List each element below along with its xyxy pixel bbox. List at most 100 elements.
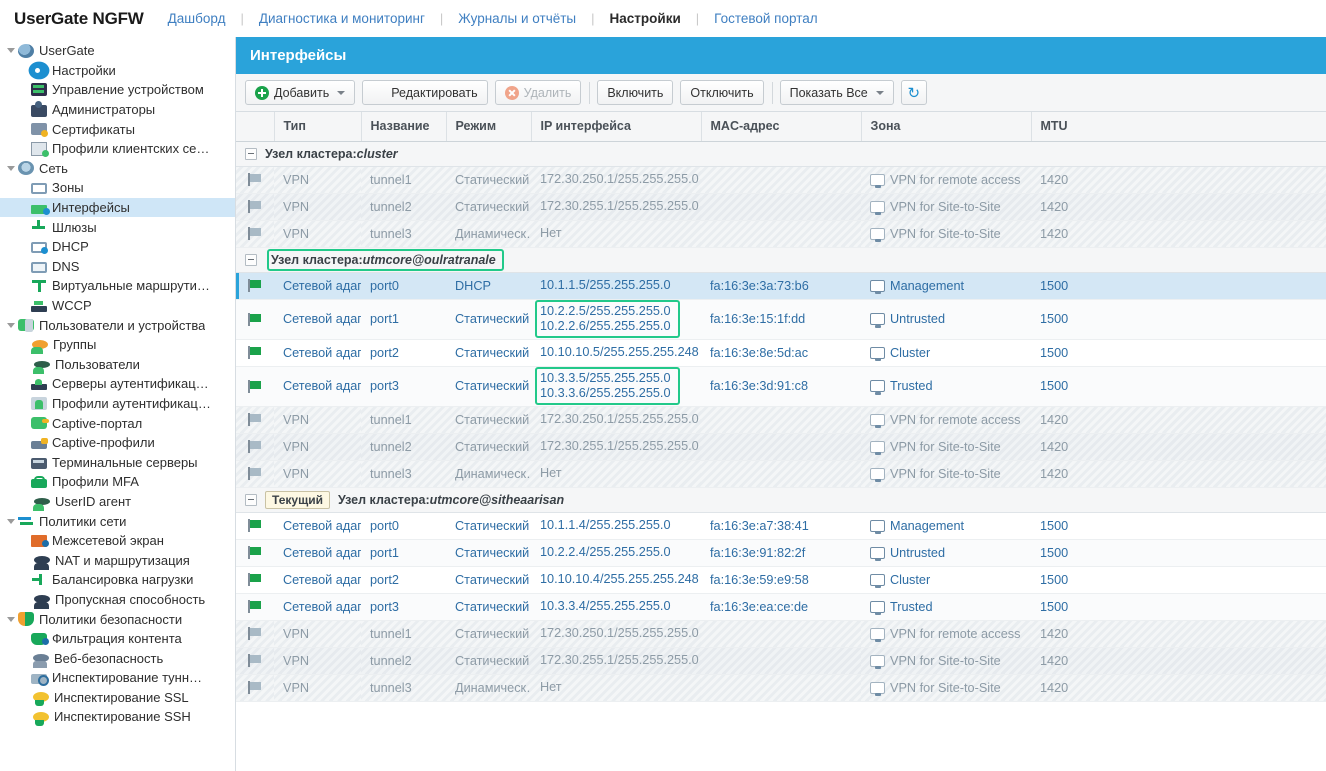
nav-link-2[interactable]: Журналы и отчёты (456, 11, 578, 26)
row-status-cell[interactable] (236, 539, 274, 567)
sidebar-item-34[interactable]: Инспектирование SSH (0, 707, 235, 727)
sidebar-item-3[interactable]: Администраторы (0, 100, 235, 120)
add-button[interactable]: Добавить (245, 80, 356, 105)
sidebar-item-15[interactable]: Группы (0, 335, 235, 355)
group-header-row[interactable]: Текущий Узел кластера:utmcore@sitheaarisa… (236, 486, 1326, 513)
sidebar-item-7[interactable]: Зоны (0, 178, 235, 198)
sidebar-item-6[interactable]: Сеть (0, 159, 235, 179)
sidebar-item-29[interactable]: Политики безопасности (0, 609, 235, 629)
row-status-cell[interactable] (236, 166, 274, 194)
sidebar-item-8[interactable]: Интерфейсы (0, 197, 235, 218)
nav-link-0[interactable]: Дашборд (166, 11, 228, 26)
sidebar-item-1[interactable]: Настройки (0, 61, 235, 81)
sidebar-item-32[interactable]: Инспектирование тунн… (0, 668, 235, 688)
delete-button[interactable]: Удалить (494, 80, 582, 105)
tree-expand-toggle[interactable] (4, 322, 18, 328)
chevron-down-icon[interactable] (337, 90, 346, 95)
table-row[interactable]: VPN tunnel3 Динамическ… Нет VPN for Site-to-… (236, 460, 1326, 488)
sidebar-item-20[interactable]: Captive-профили (0, 433, 235, 453)
group-header-row[interactable]: Узел кластера:cluster (236, 140, 1326, 167)
enable-button[interactable]: Включить (597, 80, 674, 105)
sidebar-item-26[interactable]: NAT и маршрутизация (0, 550, 235, 571)
column-header-5[interactable]: Зона (861, 112, 1032, 142)
table-row[interactable]: Сетевой адаптерport0DHCP 10.1.1.5/255.255… (236, 272, 1326, 300)
row-status-cell[interactable] (236, 299, 274, 340)
group-collapse-icon[interactable] (245, 147, 257, 160)
table-row[interactable]: Сетевой адаптерport2Статический 10.10.10.… (236, 566, 1326, 594)
sidebar-item-4[interactable]: Сертификаты (0, 119, 235, 139)
nav-link-4[interactable]: Гостевой портал (712, 11, 819, 26)
sidebar-item-9[interactable]: Шлюзы (0, 217, 235, 237)
column-header-3[interactable]: IP интерфейса (531, 112, 702, 142)
row-status-cell[interactable] (236, 647, 274, 675)
table-row[interactable]: VPN tunnel3 Динамическ… Нет VPN for Site-to-… (236, 674, 1326, 702)
table-row[interactable]: VPN tunnel1 Статический 172.30.250.1/255.25… (236, 166, 1326, 194)
sidebar-item-23[interactable]: UserID агент (0, 492, 235, 512)
sidebar-item-21[interactable]: Терминальные серверы (0, 452, 235, 472)
table-row[interactable]: Сетевой адаптерport1Статический10.2.2.5/… (236, 299, 1326, 340)
sidebar-item-16[interactable]: Пользователи (0, 355, 235, 375)
row-status-cell[interactable] (236, 366, 274, 407)
row-status-cell[interactable] (236, 406, 274, 434)
interfaces-table-scroll[interactable]: Тип Название Режим IP интерфейса MAC-адрес Зо… (236, 112, 1326, 771)
sidebar-item-24[interactable]: Политики сети (0, 511, 235, 531)
row-status-cell[interactable] (236, 220, 274, 248)
chevron-down-icon[interactable] (875, 90, 884, 95)
row-status-cell[interactable] (236, 593, 274, 621)
sidebar-item-5[interactable]: Профили клиентских се… (0, 139, 235, 159)
sidebar-item-11[interactable]: DNS (0, 257, 235, 277)
table-row[interactable]: VPN tunnel1 Статический 172.30.250.1/255.25… (236, 620, 1326, 648)
sidebar-item-30[interactable]: Фильтрация контента (0, 629, 235, 649)
tree-expand-toggle[interactable] (4, 165, 18, 171)
sidebar-item-22[interactable]: Профили MFA (0, 472, 235, 492)
disable-button[interactable]: Отключить (680, 80, 764, 105)
row-status-cell[interactable] (236, 339, 274, 367)
sidebar-item-28[interactable]: Пропускная способность (0, 590, 235, 610)
tree-expand-toggle[interactable] (4, 48, 18, 54)
sidebar-item-33[interactable]: Инспектирование SSL (0, 688, 235, 708)
table-row[interactable]: Сетевой адаптерport2Статический 10.10.10.… (236, 339, 1326, 367)
table-row[interactable]: VPN tunnel2 Статический 172.30.255.1/255.25… (236, 193, 1326, 221)
refresh-button[interactable]: ↻ (900, 80, 927, 105)
row-status-cell[interactable] (236, 674, 274, 702)
row-status-cell[interactable] (236, 460, 274, 488)
show-all-filter-button[interactable]: Показать Все (779, 80, 894, 105)
row-status-cell[interactable] (236, 512, 274, 540)
sidebar-item-14[interactable]: Пользователи и устройства (0, 315, 235, 335)
table-row[interactable]: Сетевой адаптерport3Статический10.3.3.5/… (236, 366, 1326, 407)
sidebar-item-31[interactable]: Веб-безопасность (0, 648, 235, 669)
row-status-cell[interactable] (236, 193, 274, 221)
sidebar-navigation-tree[interactable]: UserGate Настройки Управление устройством А… (0, 37, 235, 771)
sidebar-item-17[interactable]: Серверы аутентификац… (0, 374, 235, 394)
table-row[interactable]: Сетевой адаптерport0Статический 10.1.1.4/… (236, 512, 1326, 540)
sidebar-item-18[interactable]: Профили аутентификац… (0, 394, 235, 414)
sidebar-item-13[interactable]: WCCP (0, 296, 235, 316)
table-row[interactable]: Сетевой адаптерport1Статический 10.2.2.4/… (236, 539, 1326, 567)
nav-link-3[interactable]: Настройки (608, 11, 683, 26)
table-row[interactable]: VPN tunnel3 Динамическ… Нет VPN for Site-to-… (236, 220, 1326, 248)
column-header-4[interactable]: MAC-адрес (701, 112, 862, 142)
group-collapse-icon[interactable] (245, 493, 257, 506)
row-status-cell[interactable] (236, 566, 274, 594)
table-row[interactable]: Сетевой адаптерport3Статический 10.3.3.4/… (236, 593, 1326, 621)
row-status-cell[interactable] (236, 620, 274, 648)
column-header-1[interactable]: Название (361, 112, 447, 142)
table-row[interactable]: VPN tunnel1 Статический 172.30.250.1/255.25… (236, 406, 1326, 434)
sidebar-item-27[interactable]: Балансировка нагрузки (0, 570, 235, 590)
sidebar-item-2[interactable]: Управление устройством (0, 80, 235, 100)
table-row[interactable]: VPN tunnel2 Статический 172.30.255.1/255.25… (236, 433, 1326, 461)
column-header-2[interactable]: Режим (446, 112, 532, 142)
column-header-6[interactable]: MTU (1031, 112, 1326, 142)
sidebar-item-0[interactable]: UserGate (0, 41, 235, 61)
sidebar-item-19[interactable]: Captive-портал (0, 413, 235, 433)
group-header-row[interactable]: Узел кластера: utmcore@oulratranale (236, 246, 1326, 273)
table-row[interactable]: VPN tunnel2 Статический 172.30.255.1/255.25… (236, 647, 1326, 675)
nav-link-1[interactable]: Диагностика и мониторинг (257, 11, 427, 26)
sidebar-item-12[interactable]: Виртуальные маршрути… (0, 276, 235, 296)
group-collapse-icon[interactable] (245, 253, 257, 266)
sidebar-item-10[interactable]: DHCP (0, 237, 235, 257)
tree-expand-toggle[interactable] (4, 616, 18, 622)
edit-button[interactable]: Редактировать (362, 80, 488, 105)
row-status-cell[interactable] (236, 433, 274, 461)
tree-expand-toggle[interactable] (4, 518, 18, 524)
